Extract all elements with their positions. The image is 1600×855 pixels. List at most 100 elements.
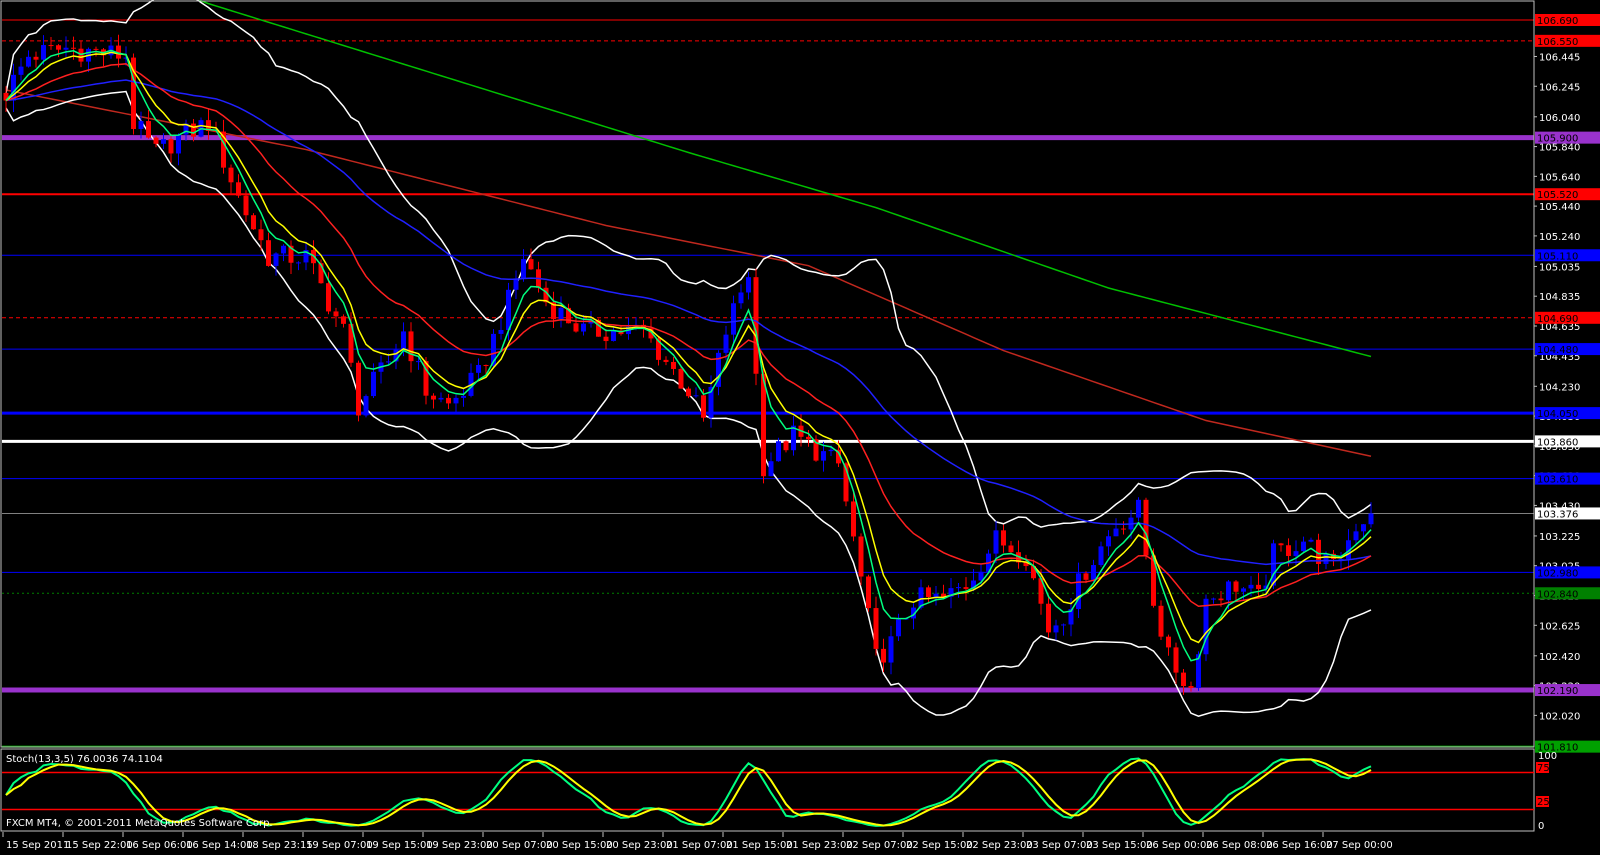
candle — [513, 270, 519, 299]
candle — [363, 394, 369, 418]
candle — [783, 440, 789, 453]
level-price-label: 102.980 — [1537, 568, 1578, 579]
time-tick-label: 22 Sep 23:00 — [966, 840, 1033, 851]
candle — [101, 47, 106, 67]
candle — [1098, 541, 1104, 567]
level-price-label: 102.190 — [1537, 686, 1578, 697]
candle — [341, 314, 346, 328]
level-price-label: 104.690 — [1537, 314, 1578, 325]
time-tick-label: 19 Sep 07:00 — [306, 840, 373, 851]
candle — [1053, 619, 1059, 641]
time-tick-label: 20 Sep 23:00 — [606, 840, 673, 851]
time-tick-label: 27 Sep 00:00 — [1326, 840, 1393, 851]
price-tick-label: 102.625 — [1539, 621, 1580, 632]
candle — [1143, 497, 1149, 560]
candle — [446, 394, 451, 409]
time-tick-label: 21 Sep 15:00 — [726, 840, 793, 851]
ma-long-red-line — [5, 89, 1372, 458]
candle — [873, 596, 879, 656]
candle — [1353, 523, 1359, 544]
ema-8-line — [5, 51, 1372, 644]
candle — [693, 387, 699, 398]
candle — [461, 387, 466, 407]
price-chart[interactable]: 106.445106.245106.040105.840105.640105.4… — [0, 0, 1600, 855]
candle — [408, 322, 414, 373]
candle — [26, 50, 31, 68]
candle — [1061, 623, 1066, 636]
candle — [11, 63, 16, 112]
candle — [1106, 530, 1111, 556]
price-tick-label: 102.020 — [1539, 711, 1580, 722]
bollinger-upper — [5, 0, 1372, 528]
candle — [303, 241, 309, 271]
candle — [866, 574, 871, 612]
bollinger-lower — [5, 90, 1372, 718]
price-tick-label: 106.445 — [1539, 52, 1580, 63]
candle — [1203, 594, 1209, 662]
price-tick-label: 105.240 — [1539, 232, 1580, 243]
candle — [63, 36, 69, 57]
candle — [498, 318, 504, 340]
candle — [791, 415, 796, 456]
candle — [1278, 542, 1284, 552]
level-price-label: 105.110 — [1537, 251, 1578, 262]
time-tick-label: 20 Sep 15:00 — [546, 840, 613, 851]
candle — [1076, 562, 1081, 619]
candle — [228, 164, 234, 194]
candle — [948, 577, 954, 609]
candle — [521, 249, 526, 282]
price-axis: 106.445106.245106.040105.840105.640105.4… — [1534, 14, 1600, 754]
stochastic-window — [2, 757, 1534, 827]
level-price-label: 103.376 — [1537, 509, 1578, 520]
time-tick-label: 15 Sep 22:00 — [66, 840, 133, 851]
candle — [746, 271, 751, 300]
candle — [18, 58, 24, 81]
time-tick-label: 22 Sep 07:00 — [846, 840, 913, 851]
level-price-label: 103.610 — [1537, 475, 1578, 486]
platform-copyright: FXCM MT4, © 2001-2011 MetaQuotes Softwar… — [6, 818, 273, 829]
candle — [813, 435, 819, 462]
level-price-label: 104.480 — [1537, 345, 1578, 356]
level-price-label: 105.900 — [1537, 134, 1578, 145]
candle — [108, 37, 114, 59]
stoch-level-0: 0 — [1538, 821, 1544, 832]
ema-5-line — [5, 49, 1372, 662]
main-window-border — [0, 0, 1535, 748]
time-tick-label: 20 Sep 07:00 — [486, 840, 553, 851]
candle — [558, 296, 564, 328]
candle — [926, 585, 931, 604]
candle — [251, 213, 256, 230]
time-tick-label: 22 Sep 15:00 — [906, 840, 973, 851]
candle — [731, 295, 736, 346]
candle — [858, 533, 864, 586]
candle — [296, 261, 301, 271]
time-axis: 15 Sep 201115 Sep 22:0016 Sep 06:0016 Se… — [2, 832, 1393, 851]
price-tick-label: 103.225 — [1539, 532, 1580, 543]
candle — [356, 360, 361, 422]
price-tick-label: 105.035 — [1539, 262, 1580, 273]
candle — [1301, 536, 1306, 553]
stoch-level-100: 100 — [1538, 751, 1557, 762]
candle — [1158, 600, 1164, 640]
candle — [138, 111, 144, 139]
candle — [1091, 559, 1096, 582]
price-tick-label: 102.420 — [1539, 652, 1580, 663]
candle — [281, 244, 286, 262]
bollinger-bands — [5, 0, 1372, 718]
time-tick-label: 19 Sep 15:00 — [366, 840, 433, 851]
candle — [1211, 597, 1216, 604]
candle — [1308, 537, 1314, 543]
candle — [1316, 533, 1321, 576]
candle — [468, 363, 474, 398]
candle — [236, 174, 241, 198]
ema-21-line — [5, 63, 1372, 608]
candle — [1113, 518, 1119, 537]
candle — [1121, 521, 1126, 535]
candle — [1016, 540, 1021, 569]
candle — [146, 109, 151, 139]
candle — [738, 284, 744, 309]
stoch-level-25: 25 — [1537, 797, 1550, 808]
candle — [431, 393, 436, 409]
time-tick-label: 16 Sep 06:00 — [126, 840, 193, 851]
candle — [716, 350, 721, 396]
